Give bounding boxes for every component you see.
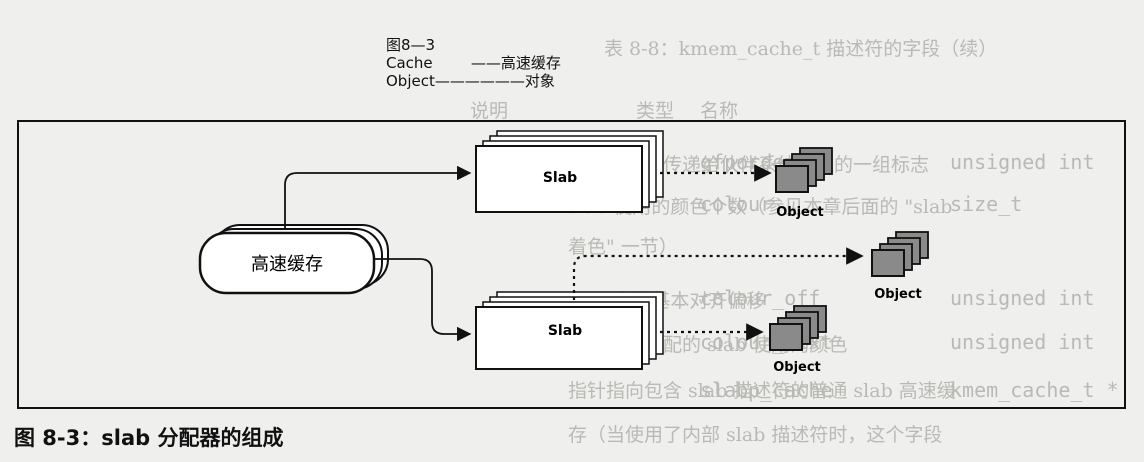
object-stack-bottom: Object: [769, 305, 827, 375]
slab-box-bottom: Slab: [475, 291, 664, 370]
slab-label-bottom: Slab: [548, 323, 582, 339]
slab-box-top: Slab: [475, 130, 664, 213]
object-stack-top: Object: [775, 147, 833, 220]
object-label-middle: Object: [874, 287, 922, 302]
cache-to-slab-bottom-arrow: [374, 258, 472, 342]
slab-label-top: Slab: [543, 170, 577, 186]
cache-to-slab-top-arrow: [284, 165, 472, 228]
object-label-top: Object: [776, 205, 824, 220]
object-stack-middle: Object: [871, 231, 929, 302]
slab-allocator-diagram: 高速缓存 Slab Slab Object Object Object: [17, 120, 1126, 409]
object-label-bottom: Object: [773, 360, 821, 375]
cache-box: 高速缓存: [198, 224, 389, 295]
figure-caption: 图 8-3：slab 分配器的组成: [14, 426, 284, 450]
cache-label: 高速缓存: [251, 254, 323, 275]
